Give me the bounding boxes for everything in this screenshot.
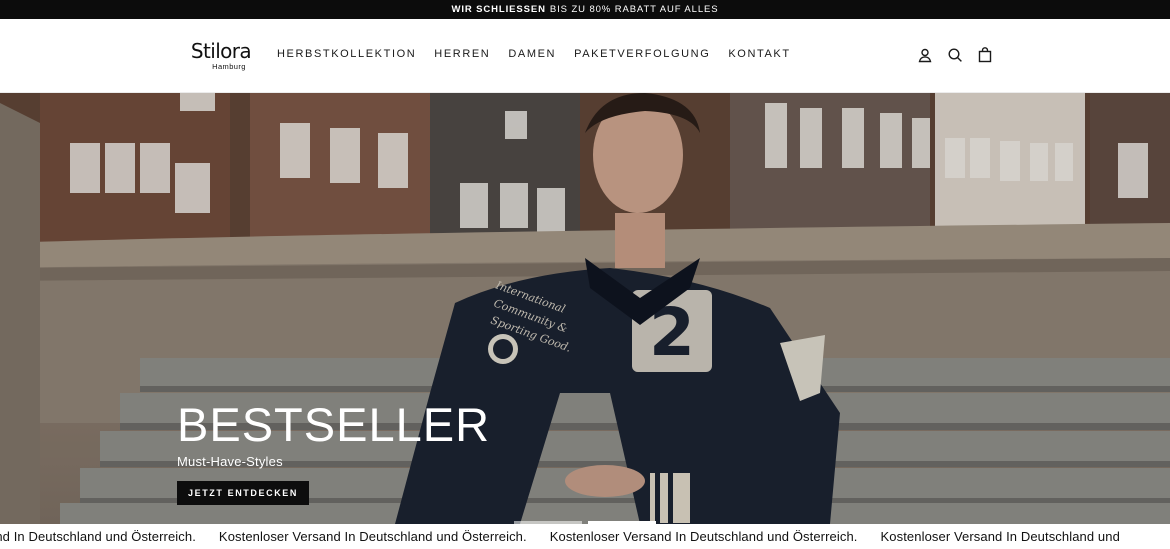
- shipping-marquee: and In Deutschland und Österreich. Koste…: [0, 524, 1170, 549]
- announcement-bar: WIR SCHLIESSEN BIS ZU 80% RABATT AUF ALL…: [0, 0, 1170, 19]
- nav-paketverfolgung[interactable]: PAKETVERFOLGUNG: [574, 48, 710, 60]
- nav-herren[interactable]: HERREN: [434, 48, 490, 60]
- nav-damen[interactable]: DAMEN: [508, 48, 556, 60]
- search-icon[interactable]: [947, 47, 963, 63]
- nav-kontakt[interactable]: KONTAKT: [728, 48, 790, 60]
- logo-city: Hamburg: [212, 62, 246, 71]
- marquee-track: and In Deutschland und Österreich. Koste…: [0, 529, 1143, 544]
- marquee-item: and In Deutschland und Österreich.: [0, 529, 196, 544]
- announcement-text: BIS ZU 80% RABATT AUF ALLES: [549, 4, 719, 15]
- hero-text: BESTSELLER Must-Have-Styles JETZT ENTDEC…: [177, 399, 490, 505]
- marquee-item: Kostenloser Versand In Deutschland und Ö…: [549, 529, 858, 544]
- main-nav: HERBSTKOLLEKTION HERREN DAMEN PAKETVERFO…: [277, 48, 791, 60]
- shop-now-button[interactable]: JETZT ENTDECKEN: [177, 481, 310, 505]
- announcement-strong: WIR SCHLIESSEN: [451, 4, 546, 15]
- marquee-item: Kostenloser Versand In Deutschland und: [880, 529, 1120, 544]
- header-icons: [917, 47, 993, 63]
- logo[interactable]: Stilora Hamburg: [181, 39, 261, 73]
- cart-icon[interactable]: [977, 47, 993, 63]
- hero-image: 2 International Community & Sporting Goo…: [0, 93, 1170, 524]
- hero-title: BESTSELLER: [177, 398, 491, 451]
- logo-wordmark: Stilora: [190, 39, 252, 63]
- marquee-item: Kostenloser Versand In Deutschland und Ö…: [218, 529, 527, 544]
- nav-herbstkollektion[interactable]: HERBSTKOLLEKTION: [277, 48, 416, 60]
- hero-subtitle: Must-Have-Styles: [177, 454, 283, 469]
- hero-banner[interactable]: 2 International Community & Sporting Goo…: [0, 93, 1170, 524]
- site-header: Stilora Hamburg HERBSTKOLLEKTION HERREN …: [0, 19, 1170, 93]
- account-icon[interactable]: [917, 47, 933, 63]
